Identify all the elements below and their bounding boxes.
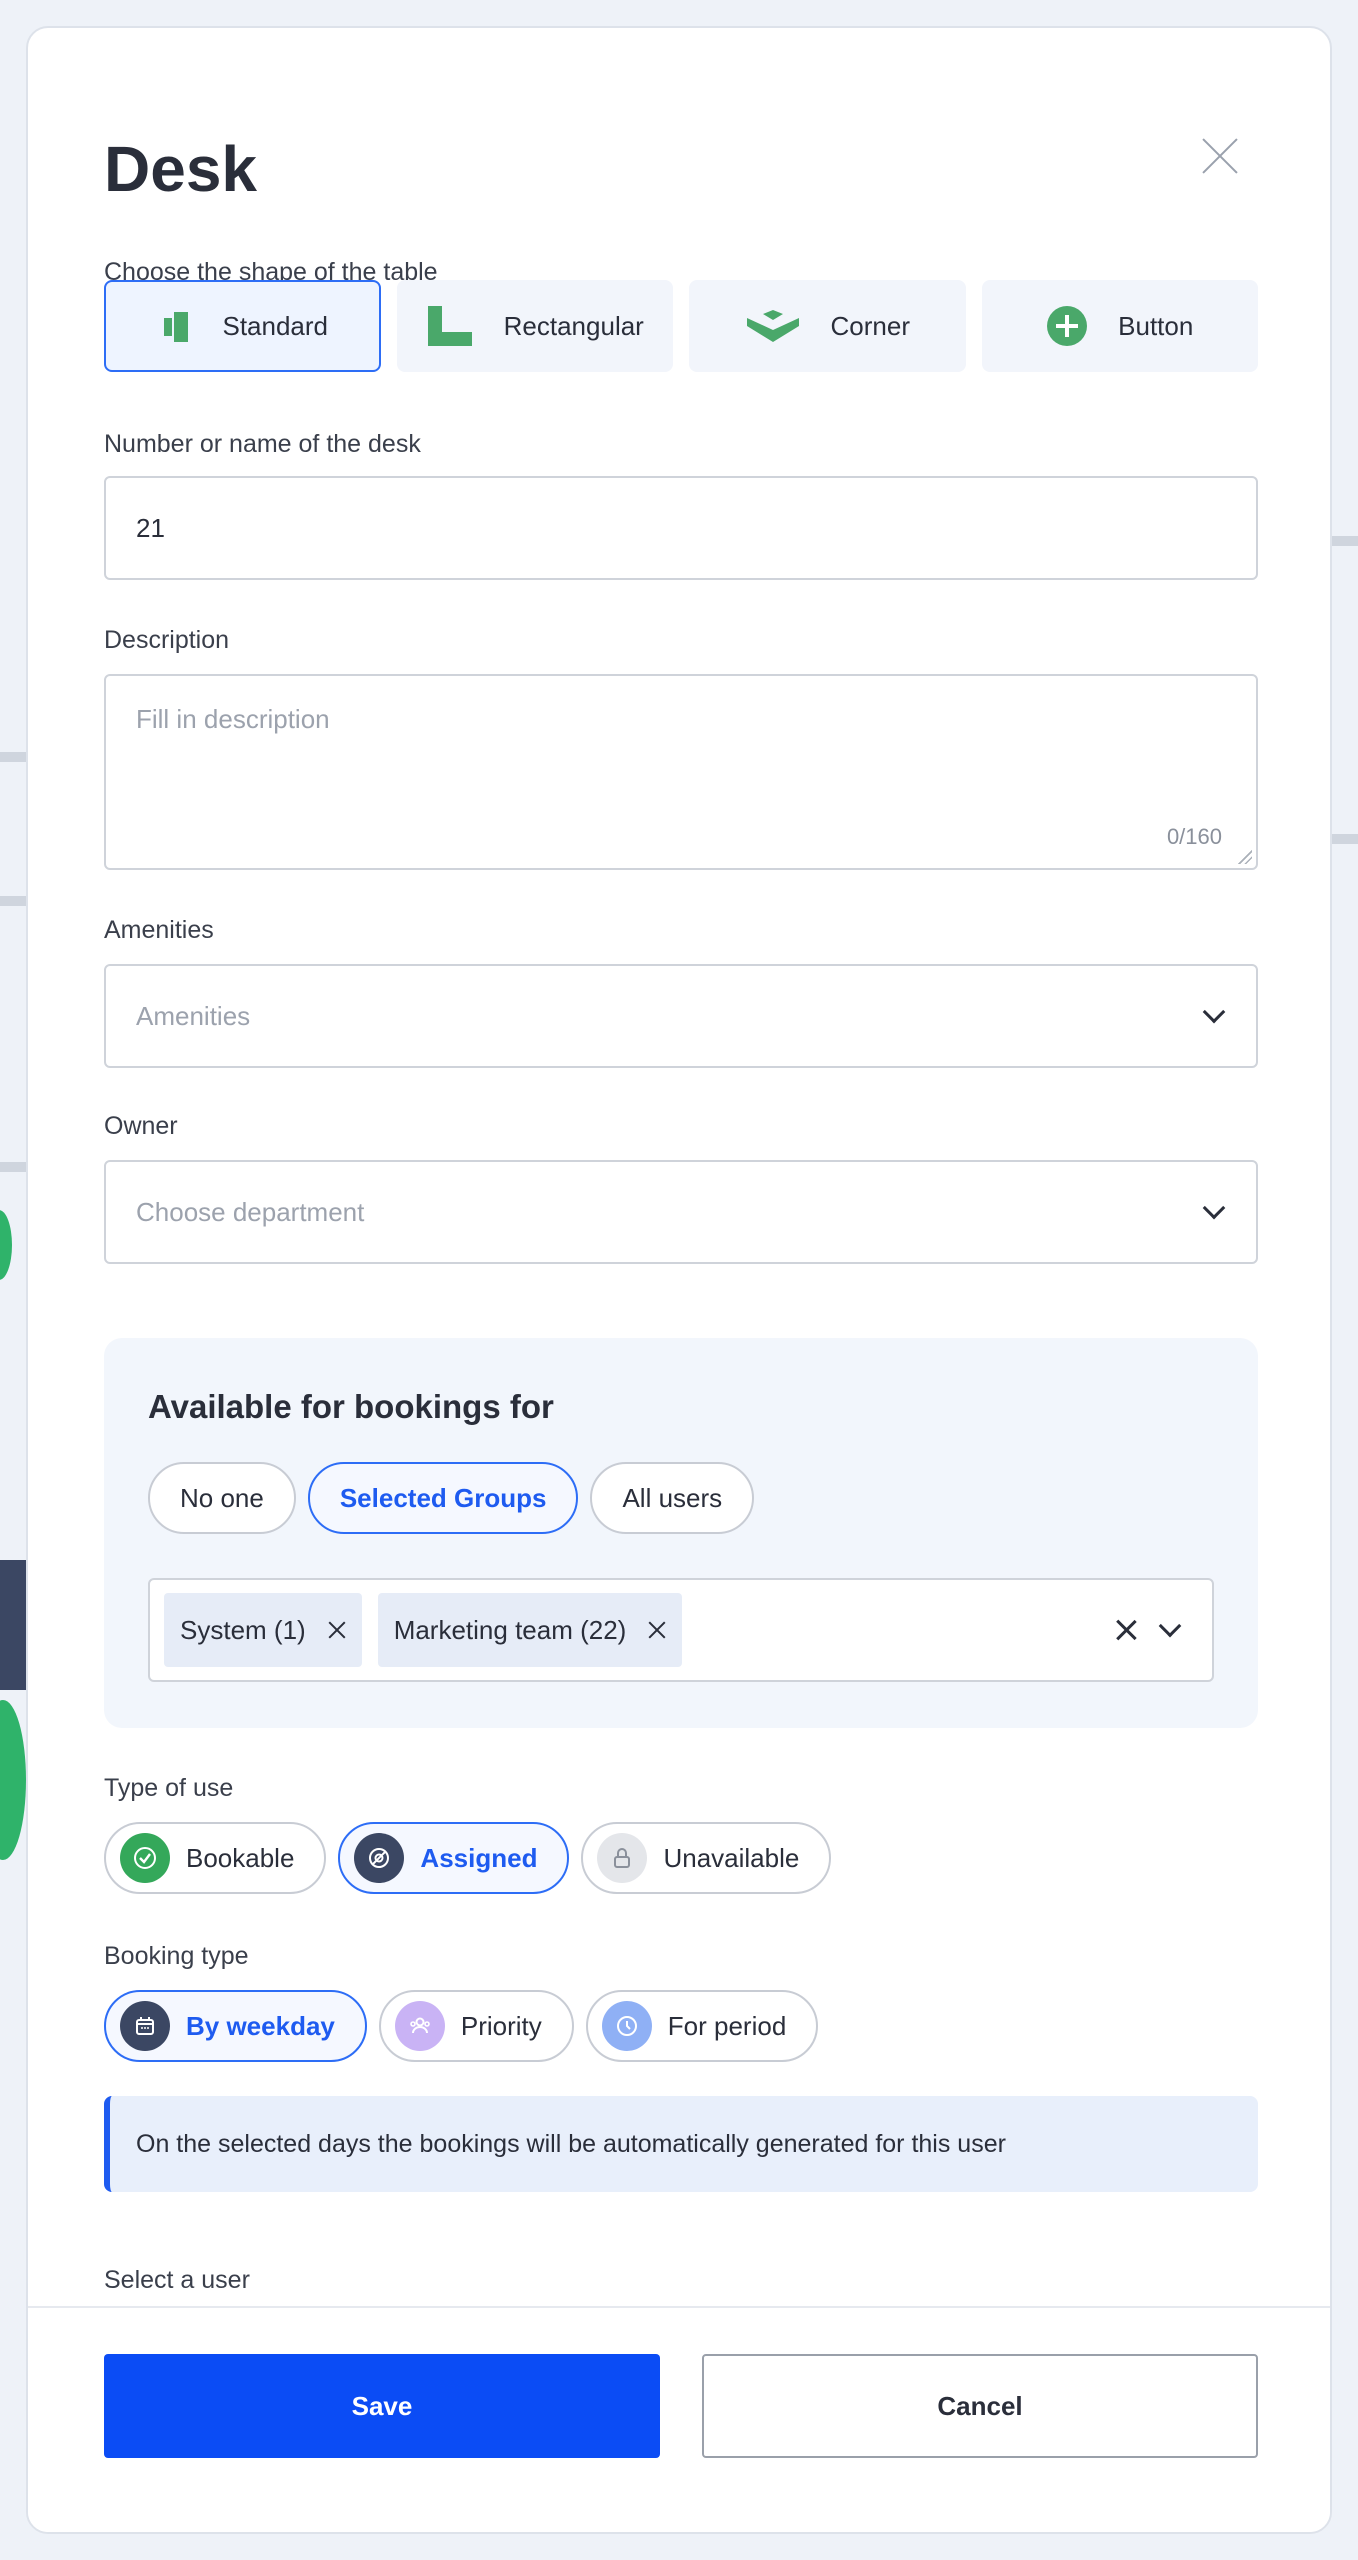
group-tag-label: Marketing team (22) (393, 1614, 627, 1645)
amenities-placeholder: Amenities (136, 1000, 251, 1031)
corner-desk-icon (746, 310, 799, 342)
modal-title: Desk (104, 133, 257, 205)
clock-icon (601, 2001, 652, 2051)
booking-option-label: By weekday (186, 2010, 335, 2041)
booking-type-label: Booking type (104, 1942, 249, 1970)
description-placeholder: Fill in description (136, 704, 330, 734)
calendar-icon (120, 2001, 170, 2051)
availability-panel: Available for bookings for No one Select… (104, 1338, 1258, 1728)
shape-option-label: Rectangular (503, 310, 644, 341)
desk-modal: Desk Choose the shape of the table Stand… (26, 26, 1332, 2534)
type-of-use-options: Bookable Assigned Unavailable (104, 1822, 832, 1894)
shape-option-button[interactable]: Button (981, 280, 1258, 372)
people-icon (394, 2001, 445, 2051)
availability-options: No one Selected Groups All users (148, 1462, 755, 1534)
group-tag-label: System (1) (180, 1614, 306, 1645)
desk-name-input[interactable]: 21 (104, 476, 1258, 580)
amenities-label: Amenities (104, 916, 214, 944)
remove-tag-icon[interactable] (648, 1621, 666, 1639)
type-option-label: Assigned (420, 1842, 538, 1873)
rectangular-desk-icon (427, 306, 472, 346)
type-option-unavailable[interactable]: Unavailable (581, 1822, 832, 1894)
shape-option-standard[interactable]: Standard (104, 280, 381, 372)
amenities-select[interactable]: Amenities (104, 964, 1258, 1068)
type-option-label: Unavailable (663, 1842, 800, 1873)
remove-tag-icon[interactable] (328, 1621, 346, 1639)
type-option-assigned[interactable]: Assigned (338, 1822, 570, 1894)
modal-footer: Save Cancel (28, 2306, 1330, 2532)
availability-title: Available for bookings for (148, 1388, 554, 1425)
save-button[interactable]: Save (104, 2354, 660, 2458)
booking-option-for-period[interactable]: For period (585, 1990, 819, 2062)
description-textarea[interactable]: Fill in description 0/160 (104, 674, 1258, 870)
chevron-down-icon (1202, 1196, 1226, 1220)
owner-select[interactable]: Choose department (104, 1160, 1258, 1264)
group-tag: System (1) (164, 1593, 362, 1667)
info-banner: On the selected days the bookings will b… (104, 2096, 1258, 2192)
availability-option-selected-groups[interactable]: Selected Groups (307, 1462, 579, 1534)
owner-label: Owner (104, 1112, 178, 1140)
assigned-icon (354, 1833, 405, 1883)
groups-multiselect[interactable]: System (1) Marketing team (22) (148, 1578, 1214, 1682)
description-label: Description (104, 626, 230, 654)
type-option-label: Bookable (186, 1842, 295, 1873)
plus-circle-icon (1047, 306, 1088, 346)
desk-name-value: 21 (136, 512, 165, 543)
resize-handle[interactable] (1238, 850, 1252, 864)
desk-name-label: Number or name of the desk (104, 430, 421, 458)
shape-option-corner[interactable]: Corner (689, 280, 966, 372)
availability-option-all-users[interactable]: All users (590, 1462, 755, 1534)
booking-option-label: Priority (460, 2010, 542, 2041)
check-circle-icon (120, 1833, 170, 1883)
shape-selector: Standard Rectangular Corner Button (104, 280, 1258, 372)
booking-type-options: By weekday Priority For period (104, 1990, 819, 2062)
booking-option-priority[interactable]: Priority (378, 1990, 574, 2062)
shape-option-label: Button (1118, 310, 1194, 341)
booking-option-label: For period (667, 2010, 787, 2041)
modal-body: Desk Choose the shape of the table Stand… (28, 28, 1330, 2306)
type-of-use-label: Type of use (104, 1774, 234, 1802)
type-option-bookable[interactable]: Bookable (104, 1822, 327, 1894)
shape-option-label: Standard (222, 310, 329, 341)
cancel-button[interactable]: Cancel (702, 2354, 1258, 2458)
standard-desk-icon (164, 312, 189, 342)
info-text: On the selected days the bookings will b… (136, 2129, 1006, 2158)
group-tag: Marketing team (22) (377, 1593, 683, 1667)
clear-icon[interactable] (1116, 1620, 1136, 1640)
chevron-down-icon (1202, 1000, 1226, 1024)
owner-placeholder: Choose department (136, 1196, 365, 1227)
shape-option-label: Corner (830, 310, 910, 341)
booking-option-by-weekday[interactable]: By weekday (104, 1990, 367, 2062)
close-icon[interactable] (1200, 136, 1240, 176)
lock-icon (597, 1833, 648, 1883)
availability-option-no-one[interactable]: No one (148, 1462, 296, 1534)
select-user-label: Select a user (104, 2266, 250, 2294)
chevron-down-icon[interactable] (1158, 1614, 1182, 1638)
shape-option-rectangular[interactable]: Rectangular (396, 280, 673, 372)
description-counter: 0/160 (1166, 824, 1222, 849)
